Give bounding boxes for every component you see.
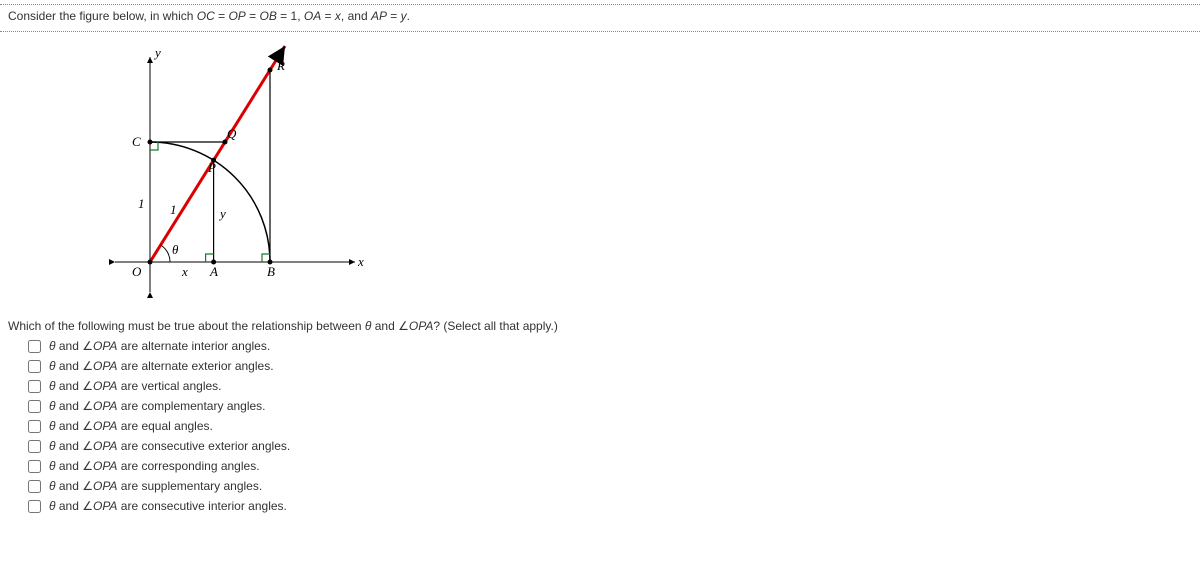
label-R: R (276, 58, 285, 73)
choice-label: θ and ∠OPA are consecutive exterior angl… (49, 439, 290, 453)
var-ap: AP (371, 9, 387, 23)
choice-label: θ and ∠OPA are equal angles. (49, 419, 213, 433)
var-oa: OA (304, 9, 321, 23)
choice-label: θ and ∠OPA are alternate interior angles… (49, 339, 270, 353)
choice-item: θ and ∠OPA are consecutive interior angl… (28, 499, 1192, 513)
label-one-op: 1 (170, 202, 177, 217)
label-x-axis: x (357, 254, 364, 269)
label-y-axis: y (153, 45, 161, 60)
label-y-seg: y (218, 206, 226, 221)
label-one-y: 1 (138, 196, 145, 211)
problem-prompt: Consider the figure below, in which OC =… (0, 9, 1200, 27)
label-Q: Q (227, 126, 237, 141)
label-C: C (132, 134, 141, 149)
choice-label: θ and ∠OPA are complementary angles. (49, 399, 266, 413)
prompt-prefix: Consider the figure below, in which (8, 9, 197, 23)
choice-checkbox[interactable] (28, 340, 41, 353)
choice-checkbox[interactable] (28, 440, 41, 453)
choice-checkbox[interactable] (28, 460, 41, 473)
question-text: Which of the following must be true abou… (8, 319, 1192, 333)
label-P: P (207, 160, 216, 175)
choice-checkbox[interactable] (28, 420, 41, 433)
label-x-seg: x (181, 264, 188, 279)
divider-mid (0, 31, 1200, 32)
angle-symbol: ∠ (398, 319, 409, 333)
choice-item: θ and ∠OPA are complementary angles. (28, 399, 1192, 413)
choice-label: θ and ∠OPA are alternate exterior angles… (49, 359, 274, 373)
choice-item: θ and ∠OPA are consecutive exterior angl… (28, 439, 1192, 453)
choice-list: θ and ∠OPA are alternate interior angles… (28, 339, 1192, 513)
choice-item: θ and ∠OPA are alternate interior angles… (28, 339, 1192, 353)
geometry-figure: y x O C Q R P A B 1 1 x y θ (100, 42, 1200, 305)
choice-label: θ and ∠OPA are supplementary angles. (49, 479, 262, 493)
choice-checkbox[interactable] (28, 400, 41, 413)
choice-checkbox[interactable] (28, 380, 41, 393)
var-op: OP (228, 9, 245, 23)
figure-svg: y x O C Q R P A B 1 1 x y θ (100, 42, 380, 302)
choice-item: θ and ∠OPA are equal angles. (28, 419, 1192, 433)
var-oc: OC (197, 9, 215, 23)
label-B: B (267, 264, 275, 279)
choice-checkbox[interactable] (28, 360, 41, 373)
var-ob: OB (260, 9, 277, 23)
q-opa: OPA (409, 319, 433, 333)
question-block: Which of the following must be true abou… (0, 315, 1200, 527)
choice-label: θ and ∠OPA are corresponding angles. (49, 459, 260, 473)
choice-checkbox[interactable] (28, 480, 41, 493)
choice-checkbox[interactable] (28, 500, 41, 513)
label-theta: θ (172, 242, 179, 257)
choice-item: θ and ∠OPA are vertical angles. (28, 379, 1192, 393)
choice-item: θ and ∠OPA are supplementary angles. (28, 479, 1192, 493)
choice-item: θ and ∠OPA are alternate exterior angles… (28, 359, 1192, 373)
choice-label: θ and ∠OPA are consecutive interior angl… (49, 499, 287, 513)
label-O: O (132, 264, 142, 279)
divider-top (0, 4, 1200, 5)
choice-label: θ and ∠OPA are vertical angles. (49, 379, 222, 393)
label-A: A (209, 264, 218, 279)
choice-item: θ and ∠OPA are corresponding angles. (28, 459, 1192, 473)
